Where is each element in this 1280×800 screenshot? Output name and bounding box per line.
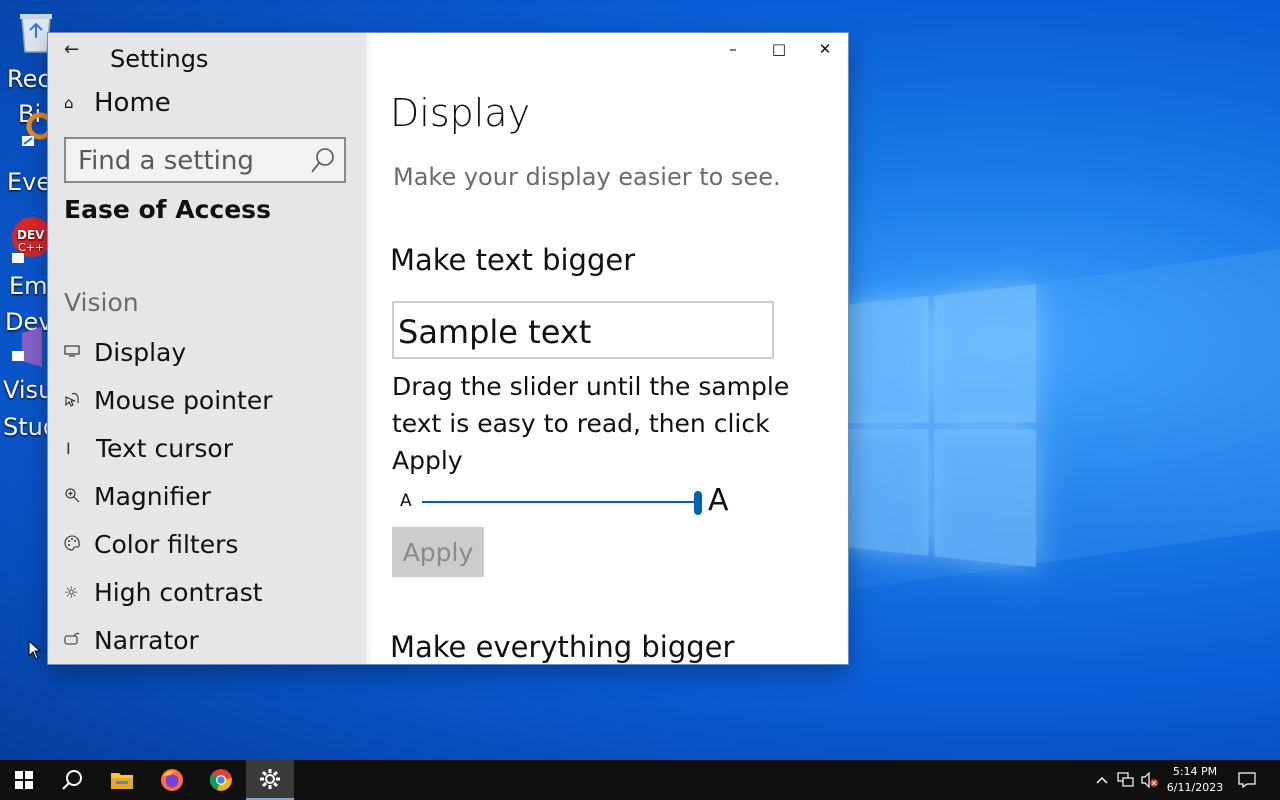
magnifier-icon <box>64 487 94 507</box>
sidebar-item-mouse-pointer[interactable]: Mouse pointer <box>64 386 272 415</box>
sample-text-box: Sample text <box>392 301 774 359</box>
sidebar-item-display[interactable]: Display <box>64 338 186 367</box>
sample-text: Sample text <box>398 313 592 351</box>
settings-content: Display Make your display easier to see.… <box>390 33 848 664</box>
sidebar-item-label: Mouse pointer <box>94 386 273 415</box>
recycle-bin-label[interactable]: Rec <box>7 65 51 93</box>
category-heading: Ease of Access <box>64 195 271 224</box>
monitor-icon <box>64 344 94 362</box>
sidebar-item-high-contrast[interactable]: ☼ High contrast <box>64 578 263 607</box>
back-arrow-icon[interactable]: ← <box>64 39 79 60</box>
network-icon[interactable] <box>1117 760 1135 800</box>
home-icon: ⌂ <box>64 94 74 112</box>
sidebar-item-label: Display <box>94 338 187 367</box>
windows-logo-wallpaper <box>845 284 1036 570</box>
file-explorer-icon[interactable] <box>98 760 146 800</box>
text-size-slider-track[interactable] <box>422 501 698 503</box>
search-icon[interactable] <box>310 146 336 176</box>
chrome-icon[interactable] <box>197 760 245 800</box>
window-controls: – □ ✕ <box>710 33 848 65</box>
dev-cpp-label[interactable]: Em <box>9 272 48 300</box>
apply-button[interactable]: Apply <box>392 527 484 577</box>
visual-studio-label[interactable]: Visu <box>3 376 53 404</box>
volume-muted-icon[interactable] <box>1141 760 1159 800</box>
settings-window: ← Settings ⌂ Home Ease of Access Vision … <box>48 33 848 664</box>
visual-studio-icon[interactable] <box>12 325 48 375</box>
page-title: Display <box>390 91 531 135</box>
text-size-slider-thumb[interactable] <box>694 491 702 515</box>
sidebar-item-label: Text cursor <box>96 434 233 463</box>
sidebar-item-label: Color filters <box>94 530 239 559</box>
section-vision: Vision <box>64 288 139 317</box>
sun-icon: ☼ <box>64 583 79 602</box>
show-hidden-icons-chevron-icon[interactable] <box>1095 760 1109 800</box>
start-icon[interactable] <box>0 760 48 800</box>
sidebar-item-label: Narrator <box>94 626 199 655</box>
home-label: Home <box>94 88 171 118</box>
text-cursor-icon: I <box>66 439 71 458</box>
window-title: Settings <box>110 45 209 73</box>
settings-icon[interactable] <box>246 760 294 800</box>
clock-time: 5:14 PM <box>1172 765 1218 778</box>
text-bigger-heading: Make text bigger <box>390 243 636 277</box>
slider-min-label: A <box>400 491 412 511</box>
sidebar-item-narrator[interactable]: Narrator <box>64 626 199 655</box>
system-clock[interactable]: 5:14 PM 6/11/2023 <box>1160 764 1230 796</box>
settings-sidebar: ← Settings ⌂ Home Ease of Access Vision … <box>48 33 374 664</box>
minimize-button[interactable]: – <box>710 33 756 65</box>
search-input[interactable] <box>76 145 310 177</box>
slider-instructions: Drag the slider until the sample text is… <box>392 372 790 475</box>
firefox-icon[interactable] <box>148 760 196 800</box>
mouse-pointer-icon <box>64 391 94 411</box>
palette-icon <box>64 534 94 555</box>
narrator-icon <box>64 632 94 650</box>
sidebar-item-label: High contrast <box>94 578 263 607</box>
sidebar-item-magnifier[interactable]: Magnifier <box>64 482 211 511</box>
sidebar-item-text-cursor[interactable]: I Text cursor <box>64 434 233 463</box>
sidebar-item-color-filters[interactable]: Color filters <box>64 530 238 559</box>
slider-max-label: A <box>708 483 729 518</box>
taskbar: 5:14 PM 6/11/2023 <box>0 760 1280 800</box>
page-subtitle: Make your display easier to see. <box>393 163 781 191</box>
sidebar-item-label: Magnifier <box>94 482 211 511</box>
search-icon[interactable] <box>48 760 96 800</box>
home-nav[interactable]: ⌂ Home <box>64 88 171 118</box>
everything-label[interactable]: Eve <box>7 168 51 196</box>
svg-text:C++: C++ <box>18 241 44 254</box>
search-box[interactable] <box>64 137 346 183</box>
dev-cpp-icon[interactable]: DEV C++ <box>12 215 52 269</box>
maximize-button[interactable]: □ <box>756 33 802 65</box>
close-button[interactable]: ✕ <box>802 33 848 65</box>
notifications-icon[interactable] <box>1238 760 1256 800</box>
clock-date: 6/11/2023 <box>1166 781 1224 794</box>
everything-bigger-heading: Make everything bigger <box>390 630 735 664</box>
mouse-cursor-icon <box>28 639 42 664</box>
svg-text:DEV: DEV <box>17 228 45 242</box>
